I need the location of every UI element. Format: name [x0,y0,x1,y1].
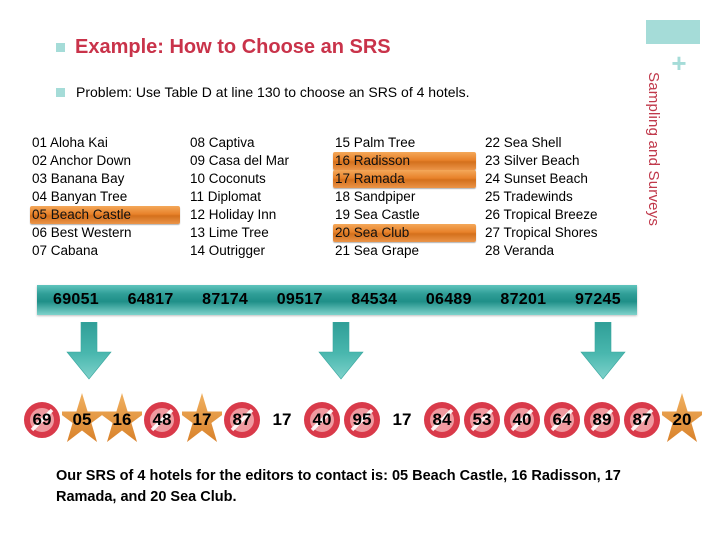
digit-pair-value: 40 [512,410,532,429]
digit-group: 09517 [276,291,323,308]
hotel-item: 04 Banyan Tree [32,189,128,204]
digit-pair-cell: 89 [582,392,622,448]
conclusion-text: Our SRS of 4 hotels for the editors to c… [56,468,621,505]
title-bullet-icon [56,43,65,52]
sidebar: + Sampling and Surveys [640,0,720,540]
hotel-item: 19 Sea Castle [335,207,420,222]
plus-icon: + [671,48,687,78]
hotel-item: 12 Holiday Inn [190,207,277,222]
digit-pair-value: 95 [352,410,372,429]
hotel-item: 01 Aloha Kai [32,135,108,150]
digit-pair-cell: 84 [422,392,462,448]
hotel-column: 01 Aloha Kai 02 Anchor Down 03 Banana Bay 0… [30,134,188,260]
hotel-item: 02 Anchor Down [32,153,132,168]
digit-pair-cell: 53 [462,392,502,448]
digit-pair-cell: 48 [142,392,182,448]
digit-pair-value: 05 [72,410,92,429]
problem-row: Problem: Use Table D at line 130 to choo… [56,84,470,100]
hotel-item: 21 Sea Grape [335,243,420,258]
digit-pair-cell: 69 [22,392,62,448]
hotel-item: 11 Diplomat [190,189,262,204]
digit-pair-value: 84 [432,410,452,429]
hotel-item: 10 Coconuts [190,171,266,186]
digit-group: 97245 [574,291,621,308]
down-arrow-icon [580,321,626,380]
problem-bullet-icon [56,87,65,97]
digit-pair-cell: 95 [342,392,382,448]
random-digit-banner: 69051 64817 87174 09517 84534 06489 87201 97245 [37,285,637,315]
digit-pair-cell: 05 [57,392,107,448]
hotel-item: 22 Sea Shell [485,135,562,150]
digit-pair-cell: 40 [502,392,542,448]
hotel-item: 28 Veranda [485,243,555,258]
hotel-item: 13 Lime Tree [190,225,269,240]
digit-group: 06489 [425,291,472,308]
hotel-item: 18 Sandpiper [335,189,416,204]
hotel-item-selected: 20 Sea Club [333,224,476,242]
hotel-item-selected: 17 Ramada [333,170,476,188]
digit-pair-value: 48 [152,410,172,429]
digit-pair-value: 17 [392,410,412,429]
hotel-item: 07 Cabana [32,243,99,258]
hotel-item: 06 Best Western [32,225,132,240]
hotel-item: 27 Tropical Shores [485,225,598,240]
digit-pair-value: 64 [552,410,572,429]
hotel-item: 15 Palm Tree [335,135,416,150]
hotel-item: 26 Tropical Breeze [485,207,598,222]
hotel-column: 22 Sea Shell 23 Silver Beach 24 Sunset Bea… [483,134,630,260]
digit-group: 69051 [53,291,99,308]
hotel-column: 15 Palm Tree 16 Radisson 17 Ramada 18 Sandp… [333,134,483,260]
digit-group: 64817 [127,291,174,308]
digit-pair-cell: 87 [222,392,262,448]
digit-pair-value: 20 [672,410,692,429]
digit-pair-value: 16 [112,410,132,429]
digit-pair-cell: 40 [302,392,342,448]
digit-pair-value: 87 [632,410,652,429]
digit-group: 87174 [202,291,249,308]
digit-pair-value: 89 [592,410,612,429]
digit-pair-value: 53 [472,410,492,429]
paired-digit-row: 69 05 16 48 17 87 17 40 95 17 84 53 40 64 89 87 20 [22,392,707,448]
digit-pair-cell: 16 [97,392,147,448]
digit-pair-cell: 17 [382,392,422,448]
digit-pair-value: 87 [232,410,252,429]
hotel-item: 25 Tradewinds [485,189,573,204]
digit-pair-cell: 64 [542,392,582,448]
digit-pair-cell: 20 [657,392,707,448]
digit-group: 84534 [351,291,398,308]
page-title: Example: How to Choose an SRS [75,36,391,58]
problem-statement: Problem: Use Table D at line 130 to choo… [76,84,470,100]
hotel-item: 24 Sunset Beach [485,171,588,186]
down-arrow-icon [318,321,364,380]
hotel-list: 01 Aloha Kai 02 Anchor Down 03 Banana Bay 0… [30,134,630,260]
digit-pair-cell: 87 [622,392,662,448]
hotel-item: 23 Silver Beach [485,153,580,168]
digit-pair-cell: 17 [262,392,302,448]
hotel-item: 09 Casa del Mar [190,153,290,168]
digit-pair-value: 17 [192,410,212,429]
sidebar-vertical-title: Sampling and Surveys [645,72,662,227]
hotel-column: 08 Captiva 09 Casa del Mar 10 Coconuts 11 D… [188,134,333,260]
hotel-item: 14 Outrigger [190,243,266,258]
hotel-item: 08 Captiva [190,135,255,150]
slide-title-row: Example: How to Choose an SRS [56,36,391,59]
digit-pair-value: 17 [272,410,292,429]
digit-pair-cell: 17 [177,392,227,448]
down-arrow-icon [66,321,112,380]
hotel-item: 03 Banana Bay [32,171,125,186]
hotel-item-selected: 05 Beach Castle [30,206,180,224]
sidebar-color-swatch [646,20,700,44]
digit-group: 87201 [500,291,547,308]
digit-pair-value: 69 [32,410,52,429]
digit-pair-value: 40 [312,410,332,429]
hotel-item-selected: 16 Radisson [333,152,476,170]
